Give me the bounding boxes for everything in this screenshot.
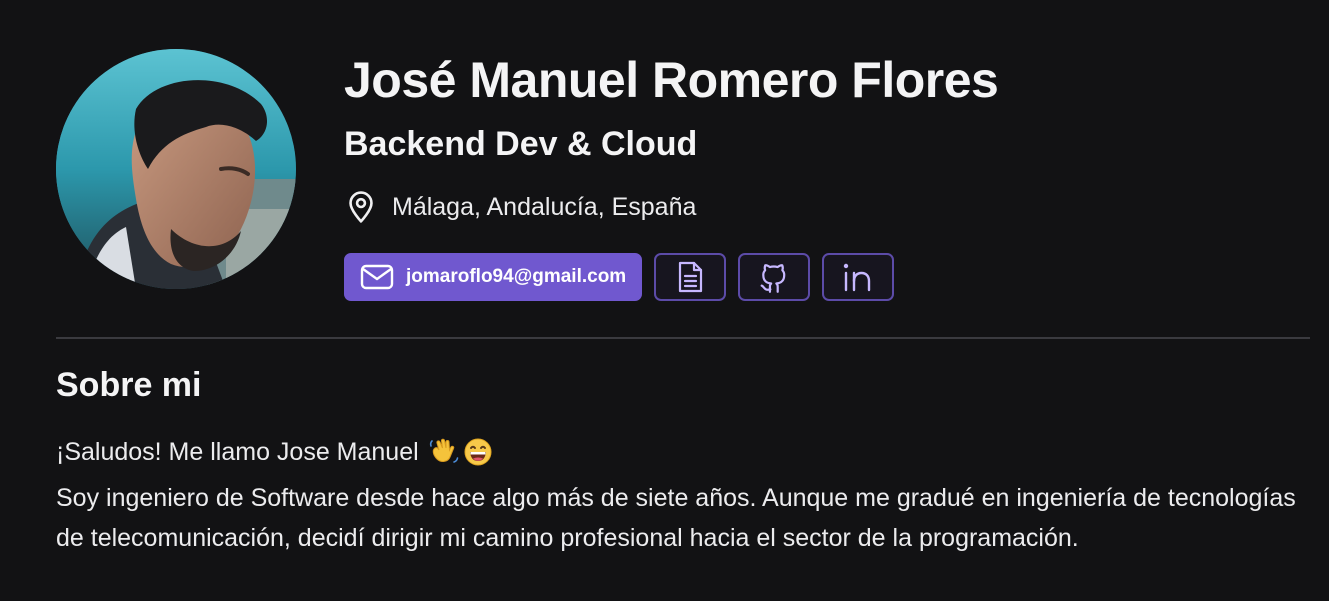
cv-button[interactable] — [654, 253, 727, 301]
avatar — [56, 49, 296, 289]
github-button[interactable] — [738, 253, 811, 301]
greeting-text: ¡Saludos! Me llamo Jose Manuel — [56, 438, 419, 466]
email-address: jomaroflo94@gmail.com — [406, 266, 627, 287]
contact-links: jomaroflo94@gmail.com — [344, 253, 895, 301]
section-divider — [56, 337, 1310, 339]
location-text: Málaga, Andalucía, España — [392, 192, 697, 221]
about-title: Sobre mi — [56, 366, 202, 404]
map-pin-icon — [344, 190, 378, 224]
greeting: ¡Saludos! Me llamo Jose Manuel — [56, 434, 493, 470]
linkedin-icon — [841, 261, 875, 293]
profile-photo — [56, 49, 296, 289]
github-icon — [759, 261, 789, 293]
email-button[interactable]: jomaroflo94@gmail.com — [344, 253, 643, 301]
profile-name: José Manuel Romero Flores — [344, 52, 999, 108]
about-bio: Soy ingeniero de Software desde hace alg… — [56, 484, 1296, 552]
grinning-face-emoji — [463, 437, 493, 467]
linkedin-button[interactable] — [822, 253, 895, 301]
location: Málaga, Andalucía, España — [344, 190, 696, 224]
waving-hand-emoji — [429, 437, 459, 467]
mail-icon — [360, 264, 394, 290]
document-icon — [676, 260, 704, 294]
profile-role: Backend Dev & Cloud — [344, 125, 698, 163]
